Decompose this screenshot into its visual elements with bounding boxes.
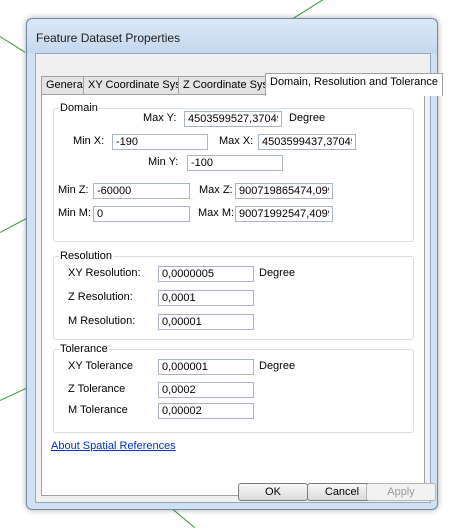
- xy-resolution-field[interactable]: [158, 266, 254, 282]
- min-m-label: Min M:: [58, 207, 91, 219]
- background-line: [171, 508, 195, 529]
- max-y-field[interactable]: [184, 111, 282, 127]
- xy-tolerance-field[interactable]: [158, 359, 254, 375]
- min-z-label: Min Z:: [58, 184, 89, 196]
- xy-tolerance-unit-label: Degree: [259, 360, 296, 372]
- m-tolerance-label: M Tolerance: [68, 404, 128, 416]
- max-z-field[interactable]: [235, 183, 333, 199]
- min-y-field[interactable]: [187, 155, 283, 171]
- title-bar[interactable]: Feature Dataset Properties: [27, 19, 437, 53]
- tolerance-group-title: Tolerance: [59, 343, 109, 355]
- max-y-label: Max Y:: [143, 112, 177, 124]
- resolution-group: Resolution XY Resolution: Degree Z Resol…: [53, 250, 414, 340]
- background-line: [0, 36, 26, 53]
- about-spatial-references-link[interactable]: About Spatial References: [51, 440, 176, 452]
- min-y-label: Min Y:: [148, 156, 179, 168]
- max-x-field[interactable]: [258, 134, 356, 150]
- tab-panel: Domain Max Y: Degree Min X: Max X: Min Y…: [41, 94, 425, 496]
- max-m-field[interactable]: [235, 206, 333, 222]
- ok-button[interactable]: OK: [238, 483, 308, 501]
- tab-domain-resolution-tolerance[interactable]: Domain, Resolution and Tolerance: [265, 73, 443, 96]
- xy-resolution-label: XY Resolution:: [68, 267, 141, 279]
- min-x-field[interactable]: [112, 134, 208, 150]
- domain-group: Domain Max Y: Degree Min X: Max X: Min Y…: [53, 102, 414, 242]
- max-z-label: Max Z:: [199, 184, 233, 196]
- dialog-client-area: General XY Coordinate System Z Coordinat…: [35, 53, 443, 503]
- tolerance-group: Tolerance XY Tolerance Degree Z Toleranc…: [53, 343, 414, 433]
- apply-button[interactable]: Apply: [366, 483, 436, 501]
- min-x-label: Min X:: [73, 135, 105, 147]
- resolution-group-title: Resolution: [59, 250, 113, 262]
- max-x-label: Max X:: [219, 135, 254, 147]
- z-tolerance-label: Z Tolerance: [68, 383, 126, 395]
- xy-tolerance-label: XY Tolerance: [68, 360, 134, 372]
- min-z-field[interactable]: [93, 183, 190, 199]
- domain-group-title: Domain: [59, 102, 99, 114]
- dialog-title: Feature Dataset Properties: [36, 31, 181, 45]
- z-resolution-label: Z Resolution:: [68, 291, 133, 303]
- m-tolerance-field[interactable]: [158, 403, 254, 419]
- xy-resolution-unit-label: Degree: [259, 267, 296, 279]
- max-y-unit-label: Degree: [289, 112, 326, 124]
- m-resolution-field[interactable]: [158, 314, 254, 330]
- m-resolution-label: M Resolution:: [68, 315, 136, 327]
- z-resolution-field[interactable]: [158, 290, 254, 306]
- max-m-label: Max M:: [198, 207, 235, 219]
- min-m-field[interactable]: [93, 206, 190, 222]
- z-tolerance-field[interactable]: [158, 382, 254, 398]
- feature-dataset-properties-dialog: Feature Dataset Properties General XY Co…: [26, 18, 443, 510]
